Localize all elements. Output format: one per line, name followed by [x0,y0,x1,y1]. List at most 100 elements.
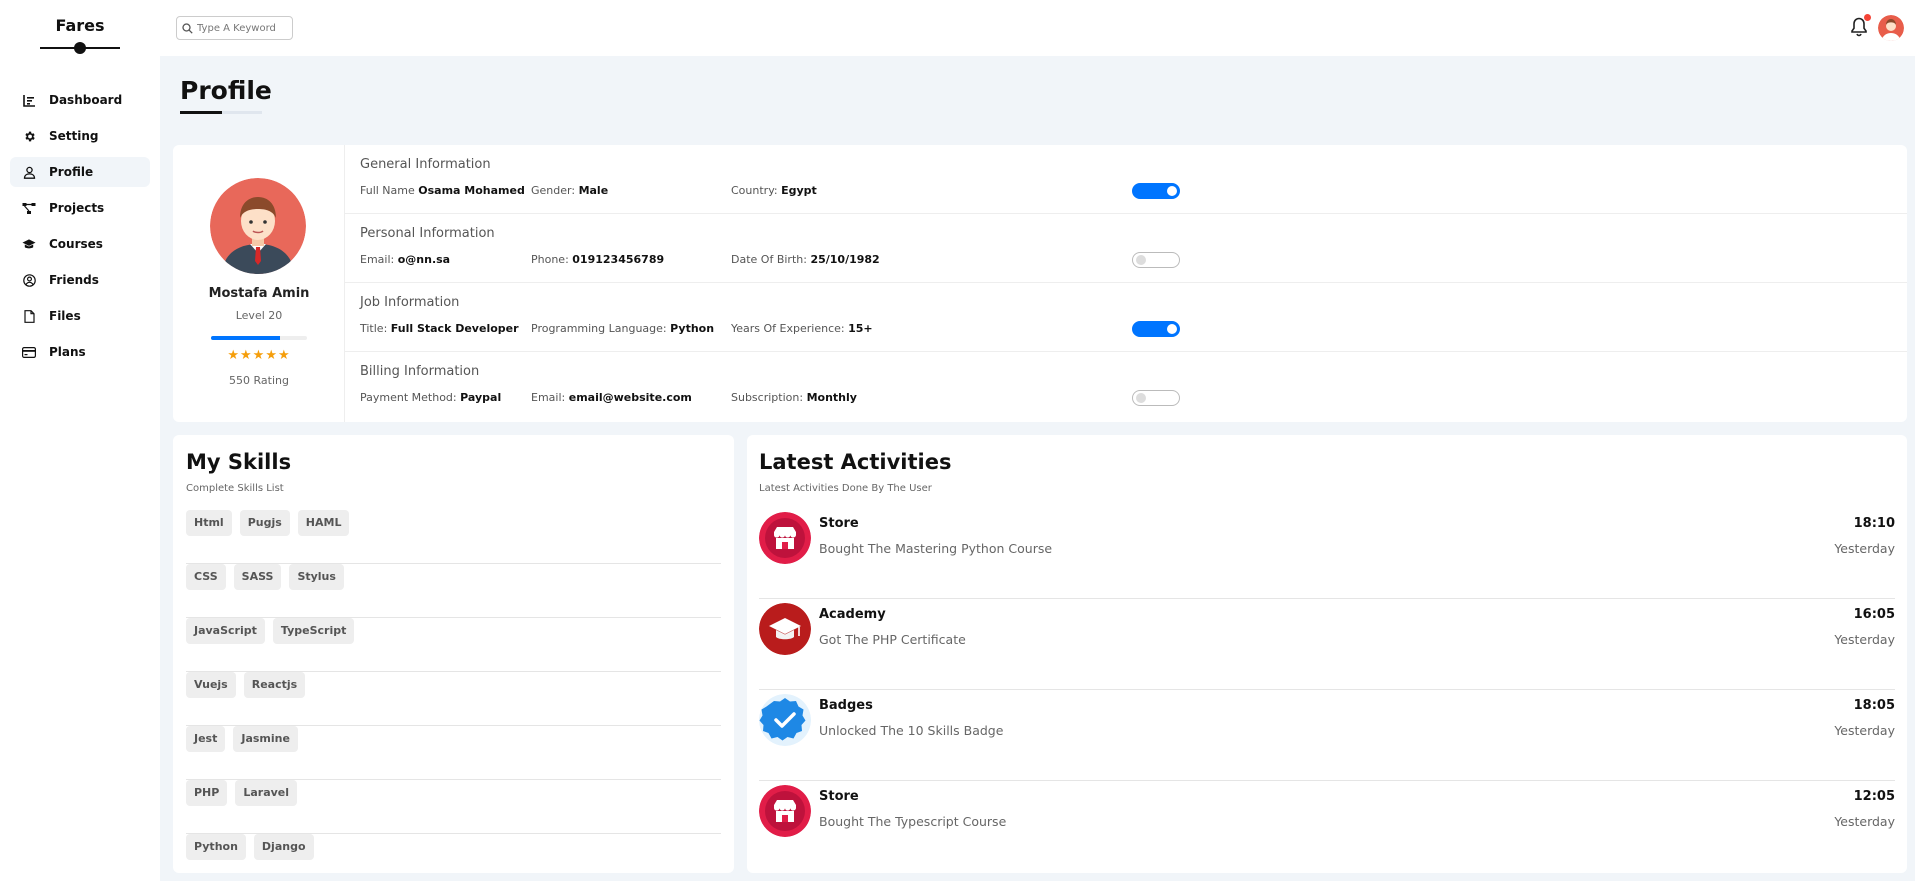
activity-name: Store [819,789,859,804]
activity-item: Academy Got The PHP Certificate 16:05 Ye… [759,599,1895,690]
info-field: Phone: 019123456789 [531,253,665,266]
activity-day: Yesterday [1834,814,1895,829]
rating-stars: ★★★★★ [227,348,291,363]
page-title: Profile [180,76,272,105]
activity-description: Got The PHP Certificate [819,632,966,647]
graduation-cap-icon [22,237,36,251]
section-title: Billing Information [360,364,480,379]
skill-row: PHP Laravel [186,780,721,834]
profile-avatar [210,178,306,274]
profile-summary: Mostafa Amin Level 20 ★★★★★ 550 Rating [173,145,345,422]
skill-row: Vuejs Reactjs [186,672,721,726]
sidebar-item-label: Files [49,309,81,323]
job-info-toggle[interactable] [1132,321,1180,337]
profile-name: Mostafa Amin [208,286,310,301]
skill-tag: TypeScript [272,618,355,644]
info-field: Payment Method: Paypal [360,391,502,404]
skills-card: My Skills Complete Skills List Html Pugjs… [173,435,734,873]
file-icon [22,309,36,323]
skill-tag: CSS [186,564,226,590]
info-field: Programming Language: Python [531,322,715,335]
skill-tag: Jest [186,726,226,752]
info-field: Years Of Experience: 15+ [731,322,873,335]
chart-icon [22,93,36,107]
activity-day: Yesterday [1834,632,1895,647]
activity-item: Store Bought The Mastering Python Course… [759,508,1895,599]
top-header [160,0,1915,56]
activities-title: Latest Activities [759,450,952,474]
activity-name: Badges [819,698,873,713]
skill-tag: PHP [186,780,228,806]
profile-rating: 550 Rating [229,374,289,387]
sidebar-item-friends[interactable]: Friends [10,265,150,295]
skill-tag: Pugjs [239,510,290,536]
activity-time: 18:05 [1853,698,1895,713]
credit-card-icon [22,345,36,359]
skill-tag: Jasmine [233,726,298,752]
title-underline-accent [222,111,262,114]
sidebar-item-dashboard[interactable]: Dashboard [10,85,150,115]
profile-level: Level 20 [235,309,283,322]
user-icon [22,165,36,179]
skill-tag: Html [186,510,232,536]
skill-row: CSS SASS Stylus [186,564,721,618]
store-icon [759,785,811,837]
sidebar-item-label: Projects [49,201,105,215]
search-box[interactable] [176,16,293,40]
brand-title: Fares [55,16,105,35]
profile-card: Mostafa Amin Level 20 ★★★★★ 550 Rating G… [173,145,1907,422]
info-field: Date Of Birth: 25/10/1982 [731,253,880,266]
skill-tag: Laravel [235,780,298,806]
sidebar-item-setting[interactable]: Setting [10,121,150,151]
skill-tag: Django [253,834,314,860]
skill-tag: JavaScript [186,618,265,644]
sidebar-item-label: Courses [49,237,103,251]
skill-tag: Reactjs [243,672,306,698]
activities-subtitle: Latest Activities Done By The User [759,483,932,494]
sidebar-nav: Dashboard Setting Profile Projects Cours… [0,85,160,367]
sidebar-item-label: Dashboard [49,93,123,107]
info-field: Gender: Male [531,184,609,197]
sidebar: Fares Dashboard Setting Profile Projects… [0,0,160,881]
brand: Fares [0,0,160,55]
skill-row: Html Pugjs HAML [186,510,721,564]
sidebar-item-label: Setting [49,129,99,143]
user-avatar[interactable] [1878,15,1904,41]
personal-info-toggle[interactable] [1132,252,1180,268]
info-field: Email: o@nn.sa [360,253,451,266]
skill-row: Python Django [186,834,721,881]
skills-subtitle: Complete Skills List [186,483,284,494]
level-progress-bar [211,336,307,340]
notification-badge [1864,14,1871,21]
job-information-section: Job Information Title: Full Stack Develo… [345,283,1907,352]
billing-information-section: Billing Information Payment Method: Payp… [345,352,1907,421]
activity-day: Yesterday [1834,541,1895,556]
general-info-toggle[interactable] [1132,183,1180,199]
sidebar-item-profile[interactable]: Profile [10,157,150,187]
sidebar-item-files[interactable]: Files [10,301,150,331]
sidebar-item-label: Friends [49,273,99,287]
info-field: Full Name Osama Mohamed [360,184,525,197]
section-title: General Information [360,157,491,172]
skills-title: My Skills [186,450,292,474]
user-circle-icon [22,273,36,287]
diagram-icon [22,201,36,215]
activity-time: 16:05 [1853,607,1895,622]
activity-description: Bought The Mastering Python Course [819,541,1053,556]
general-information-section: General Information Full Name Osama Moha… [345,145,1907,214]
skill-tag: Stylus [289,564,344,590]
sidebar-item-projects[interactable]: Projects [10,193,150,223]
skill-tag: SASS [233,564,282,590]
section-title: Personal Information [360,226,495,241]
activity-description: Unlocked The 10 Skills Badge [819,723,1004,738]
billing-info-toggle[interactable] [1132,390,1180,406]
search-input[interactable] [197,22,289,34]
sidebar-item-label: Profile [49,165,94,179]
activity-name: Store [819,516,859,531]
section-title: Job Information [360,295,460,310]
sidebar-item-plans[interactable]: Plans [10,337,150,367]
sidebar-item-courses[interactable]: Courses [10,229,150,259]
gear-icon [22,129,36,143]
activity-description: Bought The Typescript Course [819,814,1007,829]
store-icon [759,512,811,564]
